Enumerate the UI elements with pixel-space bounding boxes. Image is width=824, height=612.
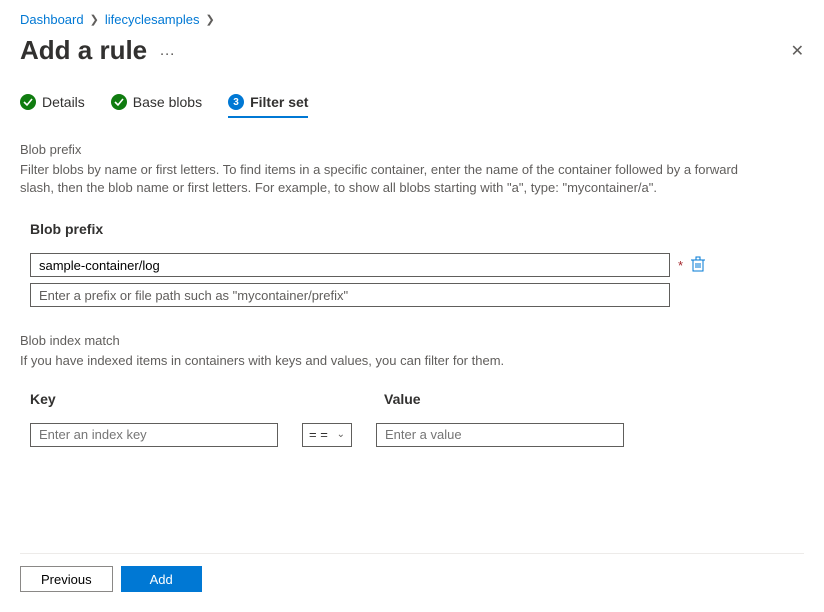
more-actions-icon[interactable]: … xyxy=(159,42,176,60)
close-icon[interactable]: ✕ xyxy=(791,41,804,61)
blob-index-description: If you have indexed items in containers … xyxy=(20,352,760,370)
step-label: Details xyxy=(42,94,85,110)
step-base-blobs[interactable]: Base blobs xyxy=(111,94,202,116)
key-column-header: Key xyxy=(30,391,384,407)
blob-prefix-field-label: Blob prefix xyxy=(30,221,804,237)
step-details[interactable]: Details xyxy=(20,94,85,116)
add-button[interactable]: Add xyxy=(121,566,202,592)
kv-column-headers: Key Value xyxy=(30,391,804,407)
check-icon xyxy=(111,94,127,110)
required-indicator: * xyxy=(678,258,683,273)
footer-actions: Previous Add xyxy=(20,553,804,592)
kv-row: = = ⌄ xyxy=(30,423,804,447)
blob-prefix-input-new[interactable] xyxy=(30,283,670,307)
check-icon xyxy=(20,94,36,110)
operator-value: = = xyxy=(309,427,328,442)
step-filter-set[interactable]: 3 Filter set xyxy=(228,94,308,118)
step-label: Base blobs xyxy=(133,94,202,110)
value-column-header: Value xyxy=(384,391,421,407)
index-key-input[interactable] xyxy=(30,423,278,447)
chevron-down-icon: ⌄ xyxy=(337,429,345,440)
blob-prefix-input[interactable] xyxy=(30,253,670,277)
breadcrumb: Dashboard ❯ lifecyclesamples ❯ xyxy=(20,12,804,27)
step-number-badge: 3 xyxy=(228,94,244,110)
blob-prefix-section-label: Blob prefix xyxy=(20,142,804,157)
wizard-steps: Details Base blobs 3 Filter set xyxy=(20,94,804,118)
blob-prefix-description: Filter blobs by name or first letters. T… xyxy=(20,161,760,197)
previous-button[interactable]: Previous xyxy=(20,566,113,592)
chevron-right-icon: ❯ xyxy=(205,13,214,26)
blob-prefix-row-filled: * xyxy=(30,253,804,277)
breadcrumb-link-dashboard[interactable]: Dashboard xyxy=(20,12,84,27)
title-row: Add a rule … ✕ xyxy=(20,35,804,66)
blob-index-section-label: Blob index match xyxy=(20,333,804,348)
blob-prefix-row-empty xyxy=(30,283,804,307)
step-label: Filter set xyxy=(250,94,308,110)
page-title: Add a rule xyxy=(20,35,147,66)
breadcrumb-link-resource[interactable]: lifecyclesamples xyxy=(105,12,200,27)
chevron-right-icon: ❯ xyxy=(90,13,99,26)
operator-select[interactable]: = = ⌄ xyxy=(302,423,352,447)
delete-icon[interactable] xyxy=(691,256,705,275)
index-value-input[interactable] xyxy=(376,423,624,447)
